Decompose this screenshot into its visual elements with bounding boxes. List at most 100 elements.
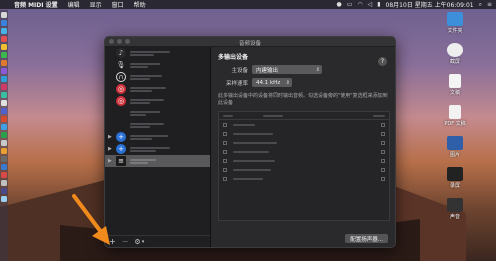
dock-app-icon[interactable] bbox=[1, 100, 7, 106]
device-name bbox=[130, 98, 164, 104]
table-row[interactable] bbox=[219, 147, 389, 156]
desktop-item[interactable]: 图片 bbox=[420, 136, 490, 164]
dock-app-icon[interactable] bbox=[1, 52, 7, 58]
menu-window[interactable]: 窗口 bbox=[107, 0, 129, 9]
table-row[interactable] bbox=[219, 138, 389, 147]
device-name bbox=[130, 86, 166, 92]
device-name bbox=[130, 122, 164, 128]
dock-app-icon[interactable] bbox=[1, 132, 7, 138]
drift-checkbox[interactable] bbox=[381, 149, 385, 154]
drift-checkbox[interactable] bbox=[381, 176, 385, 181]
drift-checkbox[interactable] bbox=[381, 122, 385, 127]
gear-icon[interactable]: ⚙ bbox=[134, 238, 140, 246]
use-checkbox[interactable] bbox=[223, 149, 227, 154]
device-row[interactable] bbox=[105, 119, 210, 131]
display-icon[interactable]: ▭ bbox=[347, 1, 353, 8]
desktop-item-label: 文件夹 bbox=[447, 28, 463, 34]
drift-checkbox[interactable] bbox=[381, 167, 385, 172]
multi-output-device-icon: ≡ bbox=[116, 156, 126, 166]
desktop-item[interactable]: 声音 bbox=[420, 198, 490, 226]
device-row[interactable]: 🎙 bbox=[105, 59, 210, 71]
wifi-icon[interactable]: ◠ bbox=[357, 1, 362, 8]
table-row[interactable] bbox=[219, 165, 389, 174]
help-button[interactable]: ? bbox=[378, 57, 387, 66]
dock-app-icon[interactable] bbox=[1, 68, 7, 74]
remove-device-button[interactable]: − bbox=[122, 237, 129, 246]
dock-app-icon[interactable] bbox=[1, 12, 7, 18]
menu-help[interactable]: 帮助 bbox=[129, 0, 151, 9]
dock-app-icon[interactable] bbox=[1, 28, 7, 34]
use-checkbox[interactable] bbox=[223, 140, 227, 145]
device-row[interactable]: ♪ bbox=[105, 47, 210, 59]
disclosure-icon[interactable]: ▶ bbox=[108, 146, 114, 152]
desktop-item-label: 图片 bbox=[449, 152, 460, 158]
sample-rate-value: 44.1 kHz bbox=[256, 79, 281, 86]
sample-rate-select[interactable]: 44.1 kHz ⇕ bbox=[252, 78, 292, 87]
menu-list-icon[interactable]: ≡ bbox=[487, 1, 492, 8]
menu-app-name[interactable]: 音频 MIDI 设置 bbox=[9, 0, 63, 9]
audio-devices-window: 音频设备 ♪ 🎙 ∩ ◎ ◎ ▶ + ▶ + ▶ ≡ + − ⚙ ▾ 多输出设备… bbox=[104, 36, 396, 248]
dock-app-icon[interactable] bbox=[1, 84, 7, 90]
dock-app-icon[interactable] bbox=[1, 36, 7, 42]
dock-app-icon[interactable] bbox=[1, 44, 7, 50]
disclosure-icon[interactable]: ▶ bbox=[108, 134, 114, 140]
table-row[interactable] bbox=[219, 129, 389, 138]
master-device-value: 内建输出 bbox=[256, 67, 279, 74]
device-row[interactable]: ◎ bbox=[105, 83, 210, 95]
dock-app-icon[interactable] bbox=[1, 164, 7, 170]
use-checkbox[interactable] bbox=[223, 176, 227, 181]
dock-app-icon[interactable] bbox=[1, 140, 7, 146]
section-title: 多输出设备 bbox=[218, 54, 249, 61]
drift-checkbox[interactable] bbox=[381, 140, 385, 145]
dock-app-icon[interactable] bbox=[1, 20, 7, 26]
dock-app-icon[interactable] bbox=[1, 156, 7, 162]
image-icon bbox=[447, 136, 463, 150]
master-device-label: 主设备 bbox=[231, 67, 248, 74]
desktop-item[interactable]: 截屏 bbox=[420, 43, 490, 71]
device-row[interactable] bbox=[105, 107, 210, 119]
disclosure-icon[interactable]: ▶ bbox=[108, 158, 114, 164]
table-row[interactable] bbox=[219, 156, 389, 165]
device-row[interactable]: ▶ + bbox=[105, 131, 210, 143]
dock-app-icon[interactable] bbox=[1, 180, 7, 186]
use-checkbox[interactable] bbox=[223, 158, 227, 163]
desktop-item[interactable]: PDF 文稿 bbox=[420, 105, 490, 133]
clock[interactable]: 08月10日 星期五 上午06:09:01 bbox=[386, 0, 474, 9]
menu-edit[interactable]: 编辑 bbox=[63, 0, 85, 9]
desktop-item[interactable]: 文件夹 bbox=[420, 12, 490, 40]
dock-app-icon[interactable] bbox=[1, 196, 7, 202]
dock-app-icon[interactable] bbox=[1, 60, 7, 66]
drift-checkbox[interactable] bbox=[381, 158, 385, 163]
chevron-down-icon[interactable]: ▾ bbox=[142, 239, 145, 245]
dock-app-icon[interactable] bbox=[1, 188, 7, 194]
device-row[interactable]: ∩ bbox=[105, 71, 210, 83]
master-device-row: 主设备 内建输出 ⇕ bbox=[218, 65, 389, 74]
drift-checkbox[interactable] bbox=[381, 131, 385, 136]
dock-app-icon[interactable] bbox=[1, 116, 7, 122]
use-checkbox[interactable] bbox=[223, 167, 227, 172]
search-icon[interactable]: ⌕ bbox=[479, 1, 482, 9]
use-checkbox[interactable] bbox=[223, 131, 227, 136]
speaker-icon: ♪ bbox=[116, 48, 126, 58]
use-checkbox[interactable] bbox=[223, 122, 227, 127]
desktop-item[interactable]: 录屏 bbox=[420, 167, 490, 195]
configure-speakers-button[interactable]: 配置扬声器... bbox=[345, 234, 388, 243]
master-device-select[interactable]: 内建输出 ⇕ bbox=[252, 65, 322, 74]
dock-app-icon[interactable] bbox=[1, 148, 7, 154]
volume-icon[interactable]: ◁ bbox=[368, 1, 373, 8]
dock-app-icon[interactable] bbox=[1, 76, 7, 82]
dock-app-icon[interactable] bbox=[1, 108, 7, 114]
desktop-item[interactable]: 文稿 bbox=[420, 74, 490, 102]
battery-icon[interactable]: ▮ bbox=[377, 1, 380, 8]
device-row-selected[interactable]: ▶ ≡ bbox=[105, 155, 210, 167]
dock-app-icon[interactable] bbox=[1, 92, 7, 98]
dock-app-icon[interactable] bbox=[1, 172, 7, 178]
device-row[interactable]: ◎ bbox=[105, 95, 210, 107]
status-icon[interactable]: ● bbox=[336, 1, 341, 8]
table-row[interactable] bbox=[219, 120, 389, 129]
device-row[interactable]: ▶ + bbox=[105, 143, 210, 155]
table-row[interactable] bbox=[219, 174, 389, 183]
menu-view[interactable]: 显示 bbox=[85, 0, 107, 9]
device-name bbox=[130, 110, 160, 116]
dock-app-icon[interactable] bbox=[1, 124, 7, 130]
